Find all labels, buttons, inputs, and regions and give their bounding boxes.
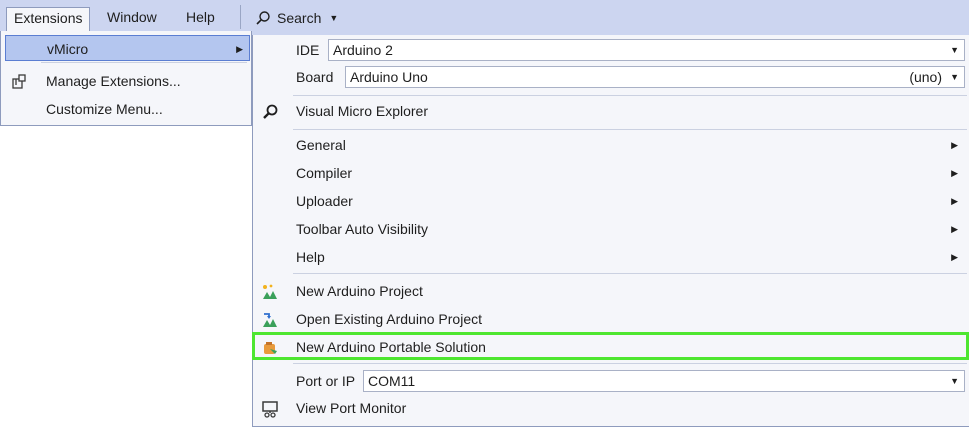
menu-extensions[interactable]: Extensions: [6, 7, 91, 31]
explorer-search-icon: [261, 102, 279, 120]
menu-item-label: Uploader: [296, 193, 353, 209]
search-button[interactable]: Search ▼: [255, 7, 338, 29]
board-value: Arduino Uno: [350, 69, 428, 85]
divider: [293, 95, 967, 96]
divider: [293, 363, 967, 364]
port-value: COM11: [368, 373, 416, 389]
menu-bar: Extensions Window Help Search ▼: [0, 0, 969, 35]
divider: [293, 273, 967, 274]
chevron-down-icon: ▼: [950, 45, 959, 55]
menu-item-open-existing-arduino-project[interactable]: Open Existing Arduino Project: [253, 305, 969, 333]
portable-solution-icon: [261, 338, 279, 356]
menu-item-new-arduino-portable-solution[interactable]: New Arduino Portable Solution: [253, 333, 969, 361]
menu-item-label: View Port Monitor: [296, 400, 407, 416]
port-select[interactable]: COM11 ▼: [363, 370, 965, 392]
chevron-right-icon: ▶: [951, 224, 958, 234]
search-icon: [255, 10, 271, 26]
menu-item-label: Toolbar Auto Visibility: [296, 221, 429, 237]
open-project-icon: [261, 310, 279, 328]
chevron-down-icon: ▼: [950, 376, 959, 386]
new-project-icon: [261, 282, 279, 300]
menu-item-label: Help: [296, 249, 325, 265]
board-label: Board: [296, 69, 334, 85]
chevron-right-icon: ▶: [951, 140, 958, 150]
menu-item-view-port-monitor[interactable]: View Port Monitor: [253, 394, 969, 422]
chevron-right-icon: ▶: [951, 196, 958, 206]
menubar-divider: [240, 5, 241, 29]
chevron-right-icon: ▶: [951, 252, 958, 262]
extensions-dropdown: vMicro ▶ Manage Extensions... Customize …: [0, 31, 252, 126]
menu-window[interactable]: Window: [100, 7, 164, 29]
menu-item-new-arduino-project[interactable]: New Arduino Project: [253, 277, 969, 305]
menu-item-label: Open Existing Arduino Project: [296, 311, 482, 327]
ide-label: IDE: [296, 42, 320, 58]
menu-item-vmicro[interactable]: vMicro ▶: [5, 35, 250, 61]
chevron-down-icon: ▼: [329, 13, 339, 23]
menu-item-label: General: [296, 137, 346, 153]
menu-item-label: Customize Menu...: [46, 101, 163, 117]
board-select[interactable]: Arduino Uno (uno) ▼: [345, 66, 965, 88]
ide-value: Arduino 2: [333, 42, 393, 58]
menu-item-general[interactable]: General ▶: [253, 131, 969, 159]
menu-item-label: vMicro: [47, 41, 89, 57]
port-monitor-icon: [261, 399, 279, 418]
menu-item-label: Visual Micro Explorer: [296, 103, 429, 119]
chevron-down-icon: ▼: [950, 72, 959, 82]
menu-item-visual-micro-explorer[interactable]: Visual Micro Explorer: [253, 97, 969, 125]
chevron-right-icon: ▶: [951, 168, 958, 178]
menu-item-label: Manage Extensions...: [46, 73, 181, 89]
board-id: (uno): [909, 69, 942, 85]
menu-item-uploader[interactable]: Uploader ▶: [253, 187, 969, 215]
chevron-right-icon: ▶: [236, 44, 243, 54]
menu-item-help[interactable]: Help ▶: [253, 243, 969, 271]
ide-select[interactable]: Arduino 2 ▼: [328, 39, 965, 61]
menu-item-manage-extensions[interactable]: Manage Extensions...: [5, 68, 250, 94]
divider: [41, 62, 247, 63]
port-label: Port or IP: [296, 373, 356, 389]
menu-item-toolbar-auto-visibility[interactable]: Toolbar Auto Visibility ▶: [253, 215, 969, 243]
vmicro-submenu: IDE Arduino 2 ▼ Board Arduino Uno (uno) …: [252, 35, 969, 427]
extensions-icon: [11, 73, 27, 89]
menu-item-label: New Arduino Project: [296, 283, 423, 299]
menu-item-compiler[interactable]: Compiler ▶: [253, 159, 969, 187]
menu-item-label: Compiler: [296, 165, 353, 181]
divider: [293, 129, 967, 130]
menu-item-label: New Arduino Portable Solution: [296, 339, 486, 355]
search-label: Search: [277, 10, 322, 26]
menu-help[interactable]: Help: [179, 7, 222, 29]
menu-item-customize-menu[interactable]: Customize Menu...: [5, 96, 250, 122]
